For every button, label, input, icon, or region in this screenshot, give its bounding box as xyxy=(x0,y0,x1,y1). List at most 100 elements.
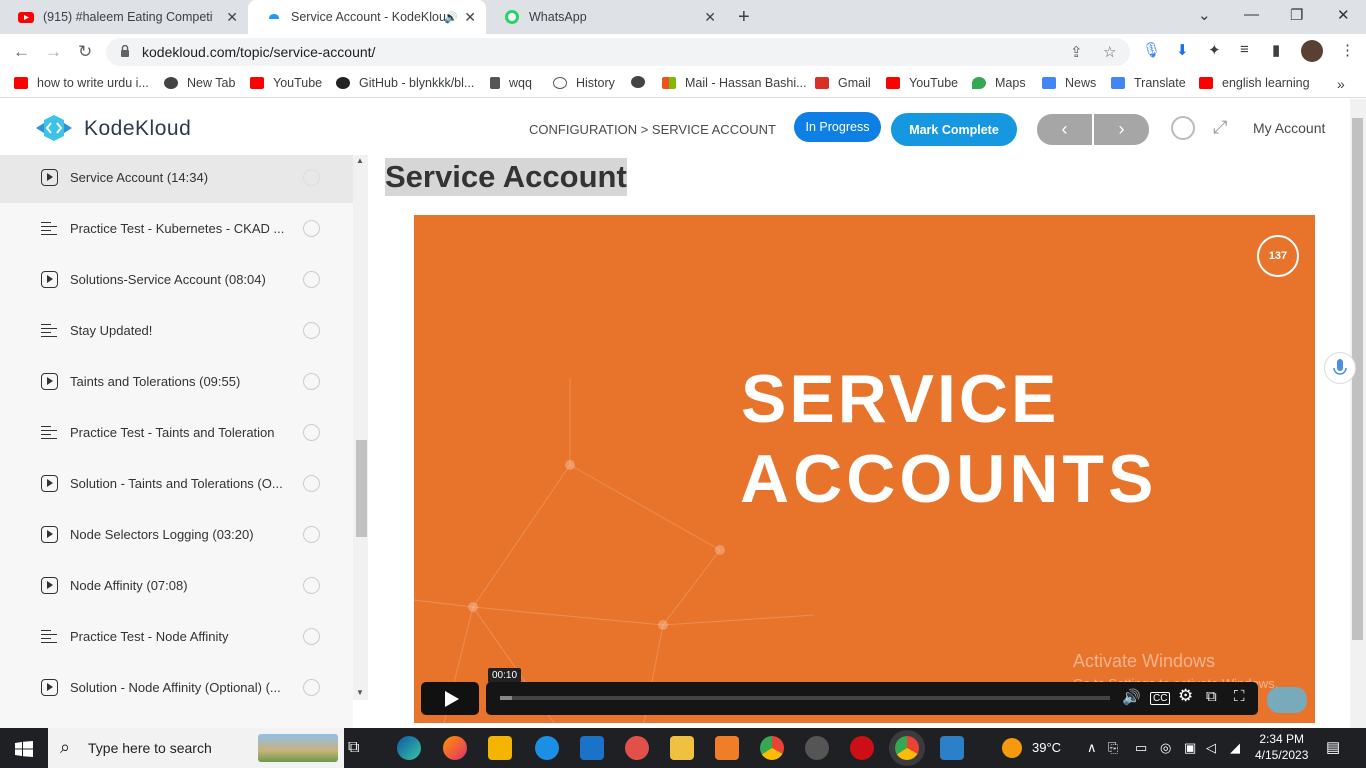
opera-icon[interactable] xyxy=(850,736,874,760)
completion-circle[interactable] xyxy=(303,424,320,441)
captions-icon[interactable]: CC xyxy=(1150,692,1171,705)
sidebar-scrollbar[interactable] xyxy=(353,155,368,700)
chevron-up-icon[interactable]: ∧ xyxy=(1087,740,1097,756)
video-player[interactable]: SERVICE ACCOUNTS 137 Activate Windows Go… xyxy=(414,215,1315,723)
dark-mode-icon[interactable] xyxy=(1171,116,1195,140)
bookmark-item[interactable]: Maps xyxy=(972,76,1026,90)
notification-icon[interactable]: ▤ xyxy=(1326,738,1340,756)
weather-icon[interactable] xyxy=(1002,738,1022,758)
list-item[interactable]: Practice Test - Taints and Toleration xyxy=(0,407,353,458)
network-icon[interactable]: ⎘ xyxy=(1108,740,1118,756)
bookmark-item[interactable] xyxy=(631,76,654,88)
completion-circle[interactable] xyxy=(303,271,320,288)
list-item[interactable]: Solution - Taints and Tolerations (O... xyxy=(0,458,353,509)
store-icon[interactable] xyxy=(488,736,512,760)
edge-icon[interactable] xyxy=(397,736,421,760)
completion-circle[interactable] xyxy=(303,322,320,339)
firefox-icon[interactable] xyxy=(443,736,467,760)
skype-icon[interactable] xyxy=(535,736,559,760)
back-icon[interactable]: ← xyxy=(13,42,30,62)
app-icon[interactable] xyxy=(805,736,829,760)
previous-lesson-button[interactable]: ‹ xyxy=(1037,114,1092,145)
list-item[interactable]: Service Account (14:34) xyxy=(0,155,353,203)
tab-whatsapp[interactable]: WhatsApp ✕ xyxy=(486,0,726,34)
list-item[interactable]: Practice Test - Node Affinity xyxy=(0,611,353,662)
bookmark-item[interactable]: History xyxy=(553,76,615,90)
url-text[interactable]: kodekloud.com/topic/service-account/ xyxy=(142,44,375,60)
forward-icon[interactable]: → xyxy=(45,42,62,62)
taskbar-search[interactable]: ⌕ Type here to search xyxy=(48,728,344,768)
settings-icon[interactable]: ⚙ xyxy=(1178,686,1193,706)
sidebar-scrollbar-thumb[interactable] xyxy=(356,440,367,537)
display-icon[interactable]: ▣ xyxy=(1184,740,1196,756)
mail-icon[interactable] xyxy=(580,736,604,760)
completion-circle[interactable] xyxy=(303,679,320,696)
pip-icon[interactable]: ⧉ xyxy=(1206,688,1217,705)
player-logo[interactable] xyxy=(1267,687,1307,713)
extensions-icon[interactable]: ✦ xyxy=(1208,41,1221,59)
app-icon[interactable] xyxy=(625,736,649,760)
windows-start-icon[interactable] xyxy=(15,741,33,757)
close-window-icon[interactable]: ✕ xyxy=(1337,6,1350,24)
completion-circle[interactable] xyxy=(303,475,320,492)
reload-icon[interactable]: ↻ xyxy=(78,42,92,62)
address-bar[interactable]: kodekloud.com/topic/service-account/ ⇪ ☆ xyxy=(106,38,1130,66)
restore-icon[interactable]: ❐ xyxy=(1290,6,1303,24)
completion-circle[interactable] xyxy=(303,526,320,543)
completion-circle[interactable] xyxy=(303,169,320,186)
weather-text[interactable]: 39°C xyxy=(1032,740,1061,755)
tab-youtube[interactable]: (915) #haleem Eating Competitio ✕ xyxy=(0,0,248,34)
bookmark-item[interactable]: Translate xyxy=(1111,76,1186,90)
chrome-active-icon[interactable] xyxy=(895,736,919,760)
download-icon[interactable]: ⬇ xyxy=(1176,41,1189,59)
volume-icon[interactable]: ◁ xyxy=(1206,740,1216,756)
chrome-icon[interactable] xyxy=(760,736,784,760)
close-icon[interactable]: ✕ xyxy=(226,9,238,26)
sidepanel-icon[interactable]: ▮ xyxy=(1272,41,1280,59)
display-icon[interactable]: ▭ xyxy=(1135,740,1147,756)
photos-icon[interactable] xyxy=(940,736,964,760)
list-item[interactable]: Taints and Tolerations (09:55) xyxy=(0,356,353,407)
media-icon[interactable]: ≡ xyxy=(1240,41,1249,58)
bookmark-item[interactable]: New Tab xyxy=(164,76,235,90)
wifi-icon[interactable]: ◢ xyxy=(1230,740,1240,756)
list-item[interactable]: Solution - Node Affinity (Optional) (... xyxy=(0,662,353,713)
minimize-icon[interactable]: — xyxy=(1244,6,1259,23)
task-view-icon[interactable]: ⧉ xyxy=(348,739,372,763)
close-icon[interactable]: ✕ xyxy=(464,9,476,26)
bookmark-item[interactable]: wqq xyxy=(490,76,532,90)
microphone-icon[interactable] xyxy=(1324,352,1356,384)
chevron-down-icon[interactable]: ⌄ xyxy=(1198,6,1211,24)
microphone-icon[interactable]: 🎙 xyxy=(1142,41,1161,59)
speaker-icon[interactable]: 🔊 xyxy=(444,11,458,24)
progress-bar[interactable] xyxy=(500,696,1110,700)
completion-circle[interactable] xyxy=(303,577,320,594)
bookmark-item[interactable]: YouTube xyxy=(250,76,322,90)
star-icon[interactable]: ☆ xyxy=(1103,43,1116,61)
tab-kodekloud[interactable]: Service Account - KodeKloud 🔊 ✕ xyxy=(248,0,486,34)
file-explorer-icon[interactable] xyxy=(670,736,694,760)
bookmark-item[interactable]: Mail - Hassan Bashi... xyxy=(662,76,807,90)
mark-complete-button[interactable]: Mark Complete xyxy=(891,113,1017,146)
play-button[interactable] xyxy=(421,682,479,715)
list-item[interactable]: Practice Test - Kubernetes - CKAD ... xyxy=(0,203,353,254)
list-item[interactable]: Solutions-Service Account (08:04) xyxy=(0,254,353,305)
fullscreen-icon[interactable]: ⛶ xyxy=(1234,688,1245,705)
fullscreen-icon[interactable]: ⤢ xyxy=(1213,117,1227,138)
new-tab-icon[interactable]: + xyxy=(738,6,750,29)
volume-icon[interactable]: 🔊 xyxy=(1122,688,1141,706)
bookmark-item[interactable]: YouTube xyxy=(886,76,958,90)
menu-icon[interactable]: ⋮ xyxy=(1340,41,1355,59)
scroll-down-icon[interactable]: ▼ xyxy=(356,688,364,697)
bookmark-item[interactable]: GitHub - blynkkk/bl... xyxy=(336,76,474,90)
bookmark-item[interactable]: how to write urdu i... xyxy=(14,76,149,90)
scroll-up-icon[interactable]: ▲ xyxy=(356,156,364,165)
search-input[interactable]: Type here to search xyxy=(88,740,212,756)
clock[interactable]: 2:34 PM 4/15/2023 xyxy=(1255,731,1308,763)
bookmark-item[interactable]: Gmail xyxy=(815,76,871,90)
next-lesson-button[interactable]: › xyxy=(1094,114,1149,145)
avatar[interactable] xyxy=(1301,40,1323,62)
kodekloud-logo[interactable] xyxy=(34,114,74,142)
completion-circle[interactable] xyxy=(303,628,320,645)
completion-circle[interactable] xyxy=(303,220,320,237)
